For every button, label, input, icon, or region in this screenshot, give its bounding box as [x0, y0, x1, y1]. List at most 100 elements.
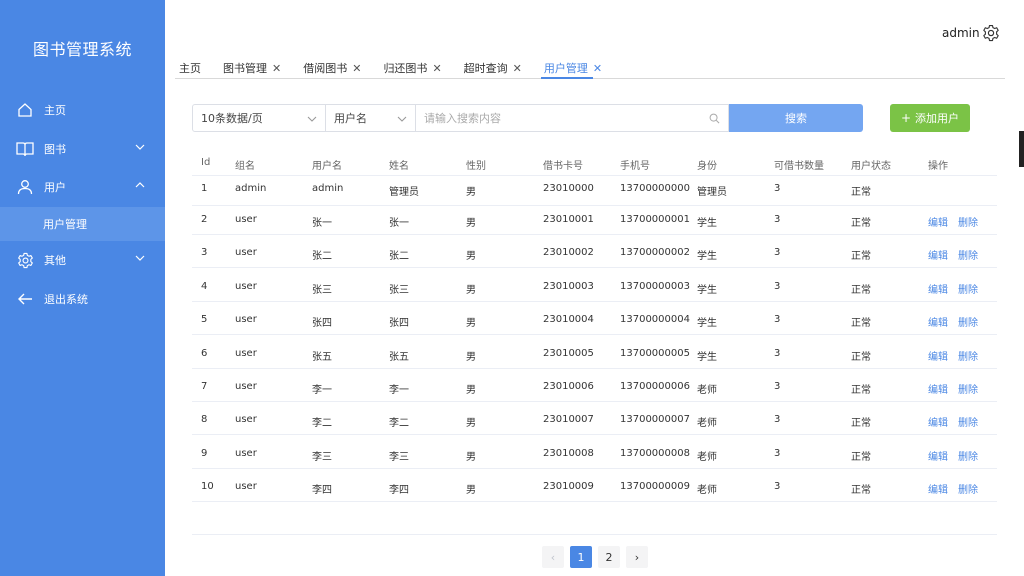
- table-cell: 23010006: [543, 381, 594, 392]
- close-icon[interactable]: ✕: [352, 62, 361, 75]
- row-divider: [192, 434, 997, 435]
- plus-icon: +: [900, 111, 912, 125]
- edit-link[interactable]: 编辑: [928, 485, 948, 496]
- table-cell: 张一: [312, 218, 332, 229]
- column-header: 用户状态: [851, 161, 891, 172]
- close-icon[interactable]: ✕: [593, 62, 602, 75]
- table-cell: 3: [774, 448, 781, 459]
- tab-0[interactable]: 主页: [179, 58, 201, 78]
- delete-link[interactable]: 删除: [958, 418, 978, 429]
- next-page-button[interactable]: ›: [626, 546, 648, 568]
- table-cell: 13700000006: [620, 381, 690, 392]
- sidebar-item-books[interactable]: 图书: [0, 130, 165, 168]
- row-divider: [192, 267, 997, 268]
- delete-link[interactable]: 删除: [958, 385, 978, 396]
- search-input[interactable]: 请输入搜索内容: [416, 104, 729, 132]
- sidebar-item-home[interactable]: 主页: [0, 91, 165, 129]
- table-cell: 13700000002: [620, 247, 690, 258]
- delete-link[interactable]: 删除: [958, 218, 978, 229]
- row-actions: 编辑 删除: [928, 281, 978, 296]
- search-field-select[interactable]: 用户名: [326, 104, 416, 132]
- page-2-button[interactable]: 2: [598, 546, 620, 568]
- close-icon[interactable]: ✕: [513, 62, 522, 75]
- tab-bar: 主页 图书管理 ✕ 借阅图书 ✕ 归还图书 ✕ 超时查询 ✕ 用户管理 ✕: [179, 58, 624, 78]
- edit-link[interactable]: 编辑: [928, 285, 948, 296]
- table-cell: 正常: [851, 418, 871, 429]
- table-cell: 管理员: [697, 187, 727, 198]
- page-1-button[interactable]: 1: [570, 546, 592, 568]
- table-cell: 老师: [697, 452, 717, 463]
- table-cell: 23010002: [543, 247, 594, 258]
- table-cell: user: [235, 414, 257, 425]
- home-icon: [16, 101, 34, 119]
- table-cell: 2: [201, 214, 208, 225]
- table-cell: 正常: [851, 318, 871, 329]
- edit-link[interactable]: 编辑: [928, 352, 948, 363]
- sidebar-subitem-user-management[interactable]: 用户管理: [0, 207, 165, 241]
- column-header: Id: [201, 157, 211, 168]
- page-size-select[interactable]: 10条数据/页: [192, 104, 326, 132]
- sidebar-item-logout[interactable]: 退出系统: [0, 280, 165, 318]
- search-button[interactable]: 搜索: [729, 104, 863, 132]
- table-cell: 张五: [389, 352, 409, 363]
- table-cell: 23010007: [543, 414, 594, 425]
- edit-link[interactable]: 编辑: [928, 251, 948, 262]
- table-cell: 学生: [697, 352, 717, 363]
- delete-link[interactable]: 删除: [958, 485, 978, 496]
- prev-page-button[interactable]: ‹: [542, 546, 564, 568]
- add-user-button[interactable]: + 添加用户: [890, 104, 970, 132]
- arrow-left-icon: [16, 290, 34, 308]
- table-cell: user: [235, 247, 257, 258]
- row-actions: 编辑 删除: [928, 348, 978, 363]
- table-cell: 13700000003: [620, 281, 690, 292]
- table-cell: 正常: [851, 218, 871, 229]
- table-cell: 男: [466, 385, 476, 396]
- edit-link[interactable]: 编辑: [928, 452, 948, 463]
- table-cell: 3: [774, 281, 781, 292]
- table-cell: 学生: [697, 318, 717, 329]
- edge-element: [1019, 131, 1024, 167]
- page-number: 1: [577, 550, 585, 564]
- table-cell: 张三: [312, 285, 332, 296]
- table-cell: 正常: [851, 452, 871, 463]
- row-actions: 编辑 删除: [928, 481, 978, 496]
- edit-link[interactable]: 编辑: [928, 318, 948, 329]
- edit-link[interactable]: 编辑: [928, 218, 948, 229]
- row-actions: 编辑 删除: [928, 214, 978, 229]
- edit-link[interactable]: 编辑: [928, 385, 948, 396]
- table-cell: 男: [466, 285, 476, 296]
- tab-2[interactable]: 借阅图书 ✕: [303, 58, 361, 78]
- column-header: 性别: [466, 161, 486, 172]
- table-cell: 张一: [389, 218, 409, 229]
- table-cell: 学生: [697, 218, 717, 229]
- tab-1[interactable]: 图书管理 ✕: [223, 58, 281, 78]
- table-cell: 李一: [389, 385, 409, 396]
- tab-label: 超时查询: [463, 62, 508, 75]
- delete-link[interactable]: 删除: [958, 352, 978, 363]
- tab-5[interactable]: 用户管理 ✕: [544, 58, 602, 78]
- table-cell: 3: [774, 481, 781, 492]
- delete-link[interactable]: 删除: [958, 285, 978, 296]
- page-size-value: 10条数据/页: [201, 112, 263, 125]
- close-icon[interactable]: ✕: [272, 62, 281, 75]
- settings-gear-icon[interactable]: [982, 24, 1000, 42]
- close-icon[interactable]: ✕: [432, 62, 441, 75]
- row-actions: 编辑 删除: [928, 381, 978, 396]
- tab-4[interactable]: 超时查询 ✕: [464, 58, 522, 78]
- table-cell: 8: [201, 414, 208, 425]
- table-cell: 9: [201, 448, 208, 459]
- sidebar-item-other[interactable]: 其他: [0, 241, 165, 279]
- table-cell: 23010000: [543, 183, 594, 194]
- sidebar-item-users[interactable]: 用户: [0, 168, 165, 206]
- chevron-down-icon: [397, 116, 407, 122]
- app-title: 图书管理系统: [32, 40, 132, 59]
- edit-link[interactable]: 编辑: [928, 418, 948, 429]
- current-user[interactable]: admin: [942, 26, 980, 40]
- table-cell: 3: [774, 314, 781, 325]
- delete-link[interactable]: 删除: [958, 452, 978, 463]
- delete-link[interactable]: 删除: [958, 251, 978, 262]
- table-cell: 5: [201, 314, 208, 325]
- tab-3[interactable]: 归还图书 ✕: [383, 58, 441, 78]
- delete-link[interactable]: 删除: [958, 318, 978, 329]
- column-header: 身份: [697, 161, 717, 172]
